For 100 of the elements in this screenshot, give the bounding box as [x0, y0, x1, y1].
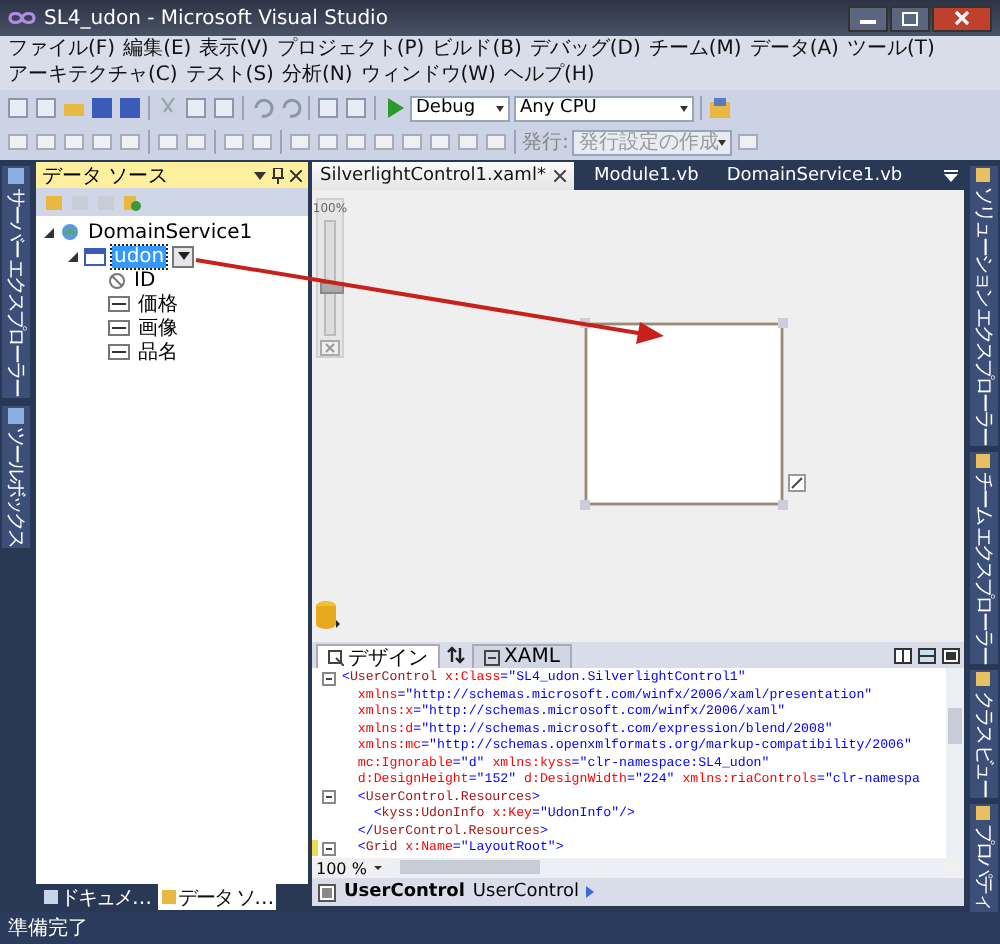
layout-icon[interactable]	[288, 130, 312, 154]
menu-item[interactable]: 編集(E)	[119, 38, 196, 62]
menu-item[interactable]: テスト(S)	[181, 64, 278, 88]
save-icon[interactable]	[90, 96, 114, 120]
close-icon[interactable]	[553, 170, 566, 182]
layout-icon[interactable]	[90, 130, 114, 154]
refresh-icon[interactable]	[122, 192, 142, 212]
horizontal-scrollbar[interactable]	[388, 858, 944, 878]
collapse-icon[interactable]	[322, 671, 336, 686]
horizontal-split-icon[interactable]	[918, 647, 936, 663]
close-icon[interactable]	[290, 169, 302, 181]
window-icon	[977, 672, 991, 687]
navigate-icon[interactable]	[316, 96, 340, 120]
save-all-icon[interactable]	[118, 96, 142, 120]
database-icon	[316, 600, 340, 630]
publish-icon[interactable]	[736, 130, 761, 154]
tab-list-icon[interactable]	[944, 170, 958, 182]
vertical-scrollbar[interactable]	[946, 668, 964, 858]
add-icon[interactable]	[44, 192, 64, 212]
undo-icon[interactable]	[250, 96, 274, 120]
platform-dropdown[interactable]: Any CPU	[514, 95, 694, 121]
maximize-button[interactable]	[890, 5, 930, 31]
dock-tab[interactable]: クラス ビュー	[970, 670, 998, 799]
menu-item[interactable]: データ(A)	[745, 38, 843, 62]
layout-icon[interactable]	[6, 130, 30, 154]
panel-tab[interactable]: データ ソ…	[158, 884, 277, 910]
swap-icon[interactable]	[446, 646, 466, 664]
tree-item[interactable]: 画像	[136, 317, 180, 339]
paste-icon[interactable]	[212, 96, 236, 120]
chevron-icon[interactable]	[586, 886, 595, 898]
pin-icon[interactable]	[272, 167, 284, 183]
view-tab[interactable]: XAML	[472, 644, 572, 668]
minimize-button[interactable]	[848, 5, 888, 31]
start-icon[interactable]	[382, 96, 406, 120]
redo-icon[interactable]	[278, 96, 302, 120]
breadcrumb-item[interactable]: UserControl	[472, 882, 579, 902]
dropdown-button[interactable]	[172, 245, 195, 267]
layout-icon[interactable]	[316, 130, 340, 154]
textbox-icon	[108, 320, 130, 336]
tree-item[interactable]: 価格	[136, 293, 180, 315]
new-project-icon[interactable]	[6, 96, 30, 120]
collapse-icon[interactable]	[322, 841, 336, 856]
menu-item[interactable]: ヘルプ(H)	[499, 64, 599, 88]
dock-tab[interactable]: ソリューション エクスプローラー	[970, 166, 998, 447]
layout-icon[interactable]	[156, 130, 180, 154]
menu-item[interactable]: チーム(M)	[644, 38, 746, 62]
expander-icon[interactable]	[68, 251, 78, 261]
menu-item[interactable]: 表示(V)	[195, 38, 273, 62]
dock-tab[interactable]: サーバー エクスプローラー	[2, 166, 30, 398]
menu-item[interactable]: デバッグ(D)	[525, 38, 645, 62]
close-button[interactable]	[932, 5, 992, 31]
layout-icon[interactable]	[372, 130, 396, 154]
tree-item[interactable]: ID	[132, 269, 158, 291]
layout-icon[interactable]	[400, 130, 424, 154]
document-tab[interactable]: Module1.vb	[585, 162, 707, 190]
configuration-dropdown[interactable]: Debug	[410, 95, 510, 121]
resize-icon[interactable]	[788, 474, 806, 492]
dropdown-icon[interactable]	[254, 171, 266, 179]
copy-icon[interactable]	[184, 96, 208, 120]
vertical-split-icon[interactable]	[894, 647, 912, 663]
layout-icon[interactable]	[184, 130, 208, 154]
collapse-pane-icon[interactable]	[942, 647, 960, 663]
menu-item[interactable]: ツール(T)	[842, 38, 939, 62]
menu-item[interactable]: ウィンドウ(W)	[356, 64, 500, 88]
menu-item[interactable]: ビルド(B)	[428, 38, 526, 62]
collapse-icon[interactable]	[322, 790, 336, 805]
grid-icon	[84, 247, 106, 265]
layout-icon[interactable]	[428, 130, 452, 154]
document-icon	[162, 890, 176, 904]
tree-item[interactable]: 品名	[136, 341, 180, 363]
window-icon[interactable]	[344, 96, 368, 120]
tree-item[interactable]: DomainService1	[86, 221, 255, 243]
dock-tab[interactable]: チーム エクスプローラー	[970, 452, 998, 665]
dock-tab[interactable]: プロパティ	[970, 804, 998, 912]
panel-tab[interactable]: ドキュメ…	[40, 884, 154, 910]
expander-icon[interactable]	[44, 227, 54, 237]
layout-icon[interactable]	[250, 130, 274, 154]
add-item-icon[interactable]	[34, 96, 58, 120]
textbox-icon	[108, 344, 130, 360]
view-tab[interactable]: デザイン	[316, 644, 440, 668]
zoom-dropdown[interactable]: 100 %	[312, 858, 388, 878]
window-icon	[8, 407, 24, 424]
layout-icon[interactable]	[34, 130, 58, 154]
properties-icon[interactable]	[708, 96, 732, 120]
layout-icon[interactable]	[222, 130, 246, 154]
dock-tab[interactable]: ツールボックス	[2, 405, 30, 549]
layout-icon[interactable]	[456, 130, 480, 154]
menu-item[interactable]: ファイル(F)	[4, 38, 120, 62]
menu-item[interactable]: プロジェクト(P)	[272, 38, 429, 62]
menu-item[interactable]: 分析(N)	[277, 64, 357, 88]
document-tab[interactable]: SilverlightControl1.xaml*	[312, 162, 574, 190]
menu-item[interactable]: アーキテクチャ(C)	[4, 64, 182, 88]
breadcrumb-item[interactable]: UserControl	[344, 882, 465, 902]
layout-icon[interactable]	[62, 130, 86, 154]
document-tab[interactable]: DomainService1.vb	[718, 162, 911, 190]
layout-icon[interactable]	[484, 130, 508, 154]
layout-icon[interactable]	[344, 130, 368, 154]
fit-icon[interactable]	[320, 340, 340, 356]
code-editor[interactable]	[312, 668, 964, 858]
layout-icon[interactable]	[118, 130, 142, 154]
